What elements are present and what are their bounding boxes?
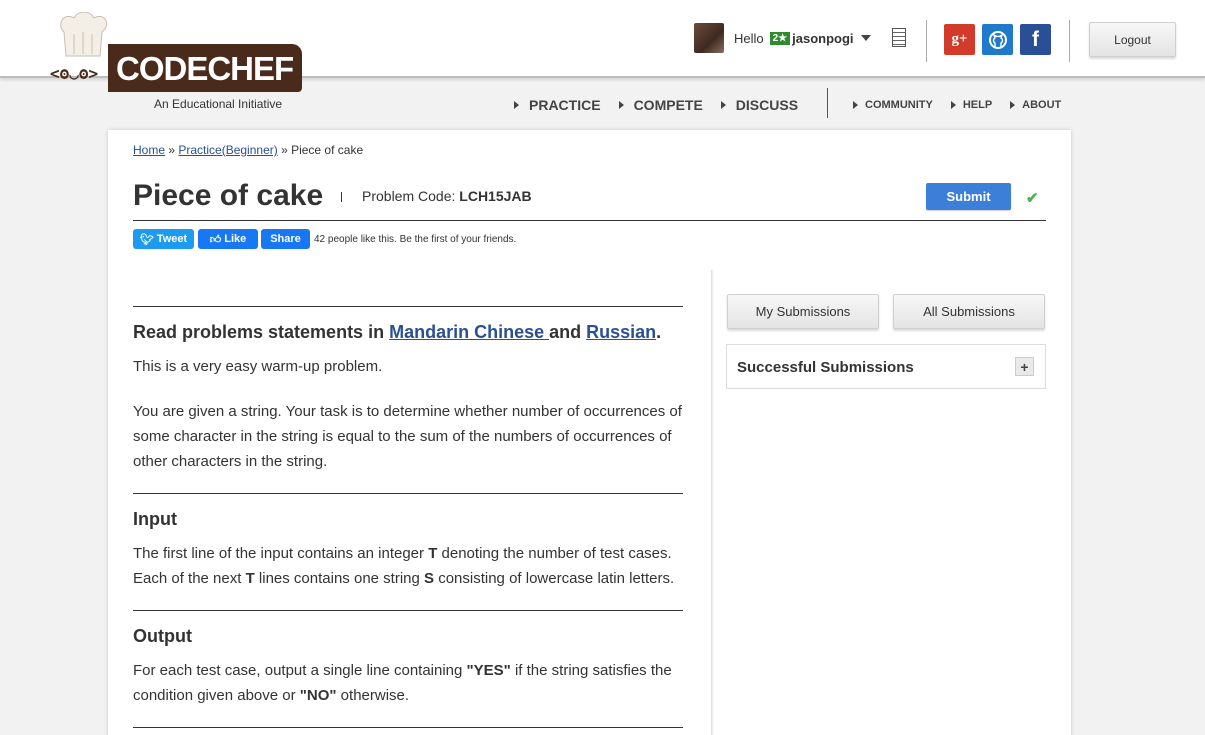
output-text: For each test case, output a single line…: [133, 658, 688, 708]
header-divider: [1069, 20, 1070, 62]
caret-right-icon: [514, 101, 519, 109]
main-nav: PRACTICE COMPETE DISCUSS: [514, 96, 816, 114]
section-rule: [133, 306, 683, 307]
input-heading: Input: [133, 509, 177, 529]
nav-about[interactable]: ABOUT: [1010, 99, 1061, 111]
nav-label: COMMUNITY: [865, 99, 933, 111]
chef-face-icon: <ʘ◡ʘ>: [50, 64, 99, 83]
like-label: Like: [224, 233, 247, 245]
input-text: The first line of the input contains an …: [133, 541, 688, 591]
text: lines contains one string: [254, 570, 425, 587]
google-plus-icon[interactable]: g+: [944, 24, 975, 55]
logo-tagline: An Educational Initiative: [154, 97, 283, 111]
successful-submissions-title: Successful Submissions: [737, 359, 914, 376]
header-divider: [926, 20, 927, 62]
link-russian[interactable]: Russian: [586, 322, 656, 342]
nav-practice[interactable]: PRACTICE: [514, 97, 601, 113]
breadcrumb-separator: »: [165, 143, 179, 157]
text: For each test case, output a single line…: [133, 662, 467, 679]
like-count-text: 42 people like this. Be the first of you…: [314, 233, 517, 245]
problem-statement: Read problems statements in Mandarin Chi…: [133, 270, 713, 735]
facebook-icon[interactable]: f: [1020, 24, 1051, 55]
user-menu[interactable]: Hello 2★ jasonpogi: [694, 22, 871, 54]
breadcrumb-practice[interactable]: Practice(Beginner): [178, 143, 277, 157]
tweet-label: Tweet: [156, 233, 188, 245]
rating-badge: 2★: [769, 31, 791, 45]
thumbs-up-icon: 👍︎: [209, 233, 222, 246]
caret-right-icon: [853, 101, 858, 109]
heading-text: .: [656, 322, 662, 342]
nav-divider: [827, 88, 828, 118]
caret-right-icon: [720, 101, 726, 109]
username[interactable]: jasonpogi: [792, 31, 853, 46]
section-rule: [133, 610, 683, 611]
codechef-logo[interactable]: CODECHEF <ʘ◡ʘ> An Educational Initiative: [50, 12, 310, 112]
content-card: Home » Practice(Beginner) » Piece of cak…: [108, 130, 1071, 735]
breadcrumb-home[interactable]: Home: [133, 143, 165, 157]
caret-right-icon: [618, 101, 624, 109]
fb-like-button[interactable]: 👍︎ Like: [198, 229, 258, 249]
submit-button[interactable]: Submit: [926, 183, 1011, 210]
logout-button[interactable]: Logout: [1089, 22, 1176, 57]
logo-text: CODECHEF: [116, 50, 294, 87]
nav-discuss[interactable]: DISCUSS: [720, 97, 799, 113]
problem-code-value: LCH15JAB: [459, 188, 532, 204]
page-title: Piece of cake: [133, 179, 324, 212]
nav-label: PRACTICE: [529, 97, 601, 113]
nav-compete[interactable]: COMPETE: [618, 97, 703, 113]
tweet-button[interactable]: 🐦︎ Tweet: [133, 229, 194, 249]
nav-label: HELP: [962, 99, 993, 111]
var-T: T: [428, 545, 438, 562]
no-literal: "NO": [299, 687, 337, 704]
my-submissions-button[interactable]: My Submissions: [727, 294, 879, 329]
notes-icon[interactable]: [892, 28, 906, 47]
text: The first line of the input contains an …: [133, 545, 429, 562]
all-submissions-button[interactable]: All Submissions: [893, 294, 1045, 329]
var-T: T: [245, 570, 255, 587]
github-icon[interactable]: [982, 24, 1013, 55]
expand-plus-icon[interactable]: +: [1015, 357, 1034, 376]
title-row: Piece of cake Problem Code: LCH15JAB Sub…: [133, 179, 1046, 221]
solved-check-icon: ✔: [1026, 190, 1039, 207]
breadcrumb-current: Piece of cake: [291, 143, 364, 157]
intro-text: This is a very easy warm-up problem.: [133, 358, 383, 375]
text: consisting of lowercase latin letters.: [434, 570, 675, 587]
nav-community[interactable]: COMMUNITY: [853, 99, 933, 111]
problem-code: Problem Code: LCH15JAB: [362, 188, 532, 204]
breadcrumb-separator: »: [277, 143, 292, 157]
nav-label: ABOUT: [1022, 99, 1062, 111]
greeting: Hello: [734, 30, 764, 46]
description-text: You are given a string. Your task is to …: [133, 403, 682, 470]
nav-label: COMPETE: [633, 97, 703, 113]
section-rule: [133, 727, 683, 728]
section-rule: [133, 493, 683, 494]
text: otherwise.: [336, 687, 410, 704]
heading-text: and: [549, 322, 587, 342]
share-row: 🐦︎ Tweet 👍︎ Like Share 42 people like this…: [133, 229, 516, 249]
successful-submissions-panel: Successful Submissions +: [726, 344, 1046, 389]
link-mandarin[interactable]: Mandarin Chinese: [389, 322, 549, 342]
heading-text: Read problems statements in: [133, 322, 390, 342]
chevron-down-icon[interactable]: [860, 35, 871, 41]
secondary-nav: COMMUNITY HELP ABOUT: [853, 96, 1079, 114]
problem-code-label: Problem Code:: [362, 188, 460, 204]
yes-literal: "YES": [466, 662, 511, 679]
statement-languages-heading: Read problems statements in Mandarin Chi…: [133, 322, 661, 343]
caret-right-icon: [1010, 101, 1016, 109]
breadcrumb: Home » Practice(Beginner) » Piece of cak…: [133, 143, 363, 157]
caret-right-icon: [950, 101, 956, 109]
title-separator: [341, 192, 342, 202]
twitter-bird-icon: 🐦︎: [139, 233, 154, 246]
nav-help[interactable]: HELP: [950, 99, 993, 111]
avatar[interactable]: [694, 23, 724, 53]
chef-hat-icon: [60, 12, 107, 57]
output-heading: Output: [133, 626, 192, 646]
nav-label: DISCUSS: [735, 97, 799, 113]
var-S: S: [424, 570, 435, 587]
fb-share-button[interactable]: Share: [261, 229, 310, 249]
